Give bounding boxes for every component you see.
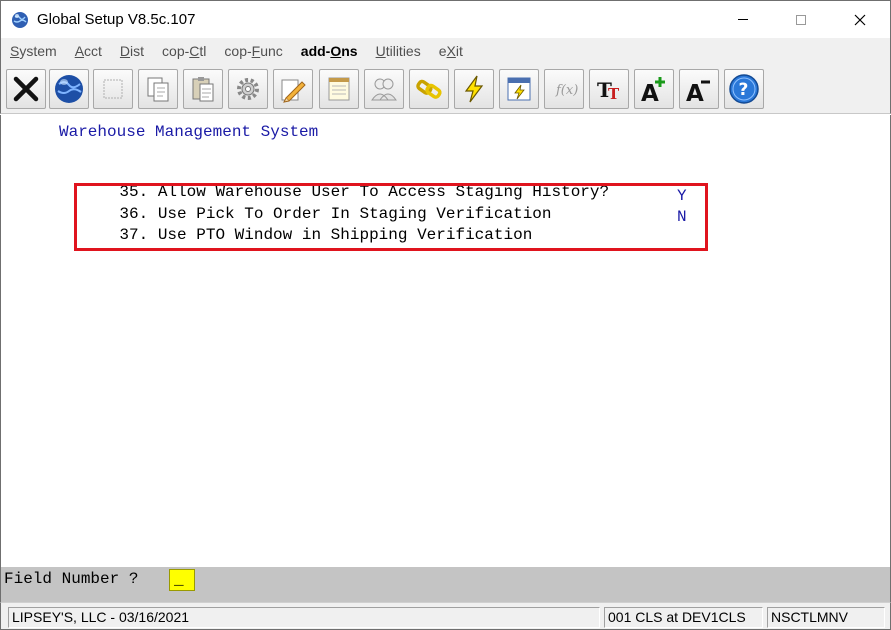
settings-button[interactable] xyxy=(228,69,268,109)
field-number-prompt: Field Number ? xyxy=(4,570,139,588)
maximize-button[interactable] xyxy=(778,1,824,39)
globe-icon xyxy=(55,75,83,103)
status-session: 001 CLS at DEV1CLS xyxy=(604,607,763,628)
terminal-screen: Warehouse Management System 35. Allow Wa… xyxy=(0,115,891,567)
menu-add-ons[interactable]: add-Ons xyxy=(301,43,358,59)
menu-cop-func[interactable]: cop-Func xyxy=(224,43,282,59)
notepad-icon xyxy=(328,77,350,101)
menu-utilities[interactable]: Utilities xyxy=(376,43,421,59)
paste-button[interactable] xyxy=(183,69,223,109)
svg-text:?: ? xyxy=(739,80,749,100)
lightning-icon xyxy=(464,75,484,103)
function-button[interactable]: f(x) xyxy=(544,69,584,109)
copy-icon xyxy=(147,77,169,102)
status-program: NSCTLMNV xyxy=(767,607,885,628)
users-button[interactable] xyxy=(364,69,404,109)
svg-text:A: A xyxy=(641,81,659,104)
paste-icon xyxy=(192,77,214,102)
function-icon: f(x) xyxy=(555,83,578,98)
window-title: Global Setup V8.5c.107 xyxy=(37,11,196,28)
notepad-button[interactable] xyxy=(319,69,359,109)
menu-cop-ctl[interactable]: cop-Ctl xyxy=(162,43,206,59)
field-number-input[interactable] xyxy=(169,569,195,591)
svg-text:T: T xyxy=(608,85,620,103)
blank-button[interactable] xyxy=(93,69,133,109)
settings-icon xyxy=(237,78,259,100)
svg-text:f(x): f(x) xyxy=(555,83,578,98)
edit-icon xyxy=(281,79,306,103)
font-decrease-button[interactable]: A xyxy=(679,69,719,109)
copy-button[interactable] xyxy=(138,69,178,109)
menu-acct[interactable]: Acct xyxy=(75,43,102,59)
section-title: Warehouse Management System xyxy=(59,123,319,141)
link-button[interactable] xyxy=(409,69,449,109)
status-bar: LIPSEY'S, LLC - 03/16/2021 001 CLS at DE… xyxy=(0,602,891,630)
users-icon xyxy=(371,78,397,101)
text-size-button[interactable]: T T xyxy=(589,69,629,109)
prompt-bar: Field Number ? xyxy=(0,567,891,602)
title-bar: Global Setup V8.5c.107 xyxy=(0,0,891,38)
minimize-icon xyxy=(738,19,748,20)
edit-button[interactable] xyxy=(273,69,313,109)
maximize-icon xyxy=(796,15,806,25)
blank-icon xyxy=(103,79,123,99)
help-icon: ? xyxy=(729,74,759,104)
help-button[interactable]: ? xyxy=(724,69,764,109)
link-icon xyxy=(416,79,442,99)
menu-exit[interactable]: eXit xyxy=(439,43,463,59)
lightning-button[interactable] xyxy=(454,69,494,109)
exit-icon xyxy=(13,76,39,102)
menu-dist[interactable]: Dist xyxy=(120,43,144,59)
close-icon xyxy=(854,14,866,26)
exit-button[interactable] xyxy=(6,69,46,109)
toolbar: f(x) T T A A ? xyxy=(0,64,891,114)
status-company: LIPSEY'S, LLC - 03/16/2021 xyxy=(8,607,600,628)
minimize-button[interactable] xyxy=(720,1,766,39)
refresh-window-icon xyxy=(507,77,531,101)
font-decrease-icon: A xyxy=(686,80,710,104)
font-increase-icon: A xyxy=(641,77,665,104)
svg-text:A: A xyxy=(686,81,704,104)
highlight-box xyxy=(74,183,708,251)
font-increase-button[interactable]: A xyxy=(634,69,674,109)
close-button[interactable] xyxy=(837,1,883,39)
globe-button[interactable] xyxy=(49,69,89,109)
menu-bar: System Acct Dist cop-Ctl cop-Func add-Ons Util… xyxy=(0,38,891,64)
refresh-window-button[interactable] xyxy=(499,69,539,109)
menu-system[interactable]: System xyxy=(10,43,57,59)
app-globe-icon xyxy=(11,11,29,29)
text-size-icon: T T xyxy=(597,78,620,103)
